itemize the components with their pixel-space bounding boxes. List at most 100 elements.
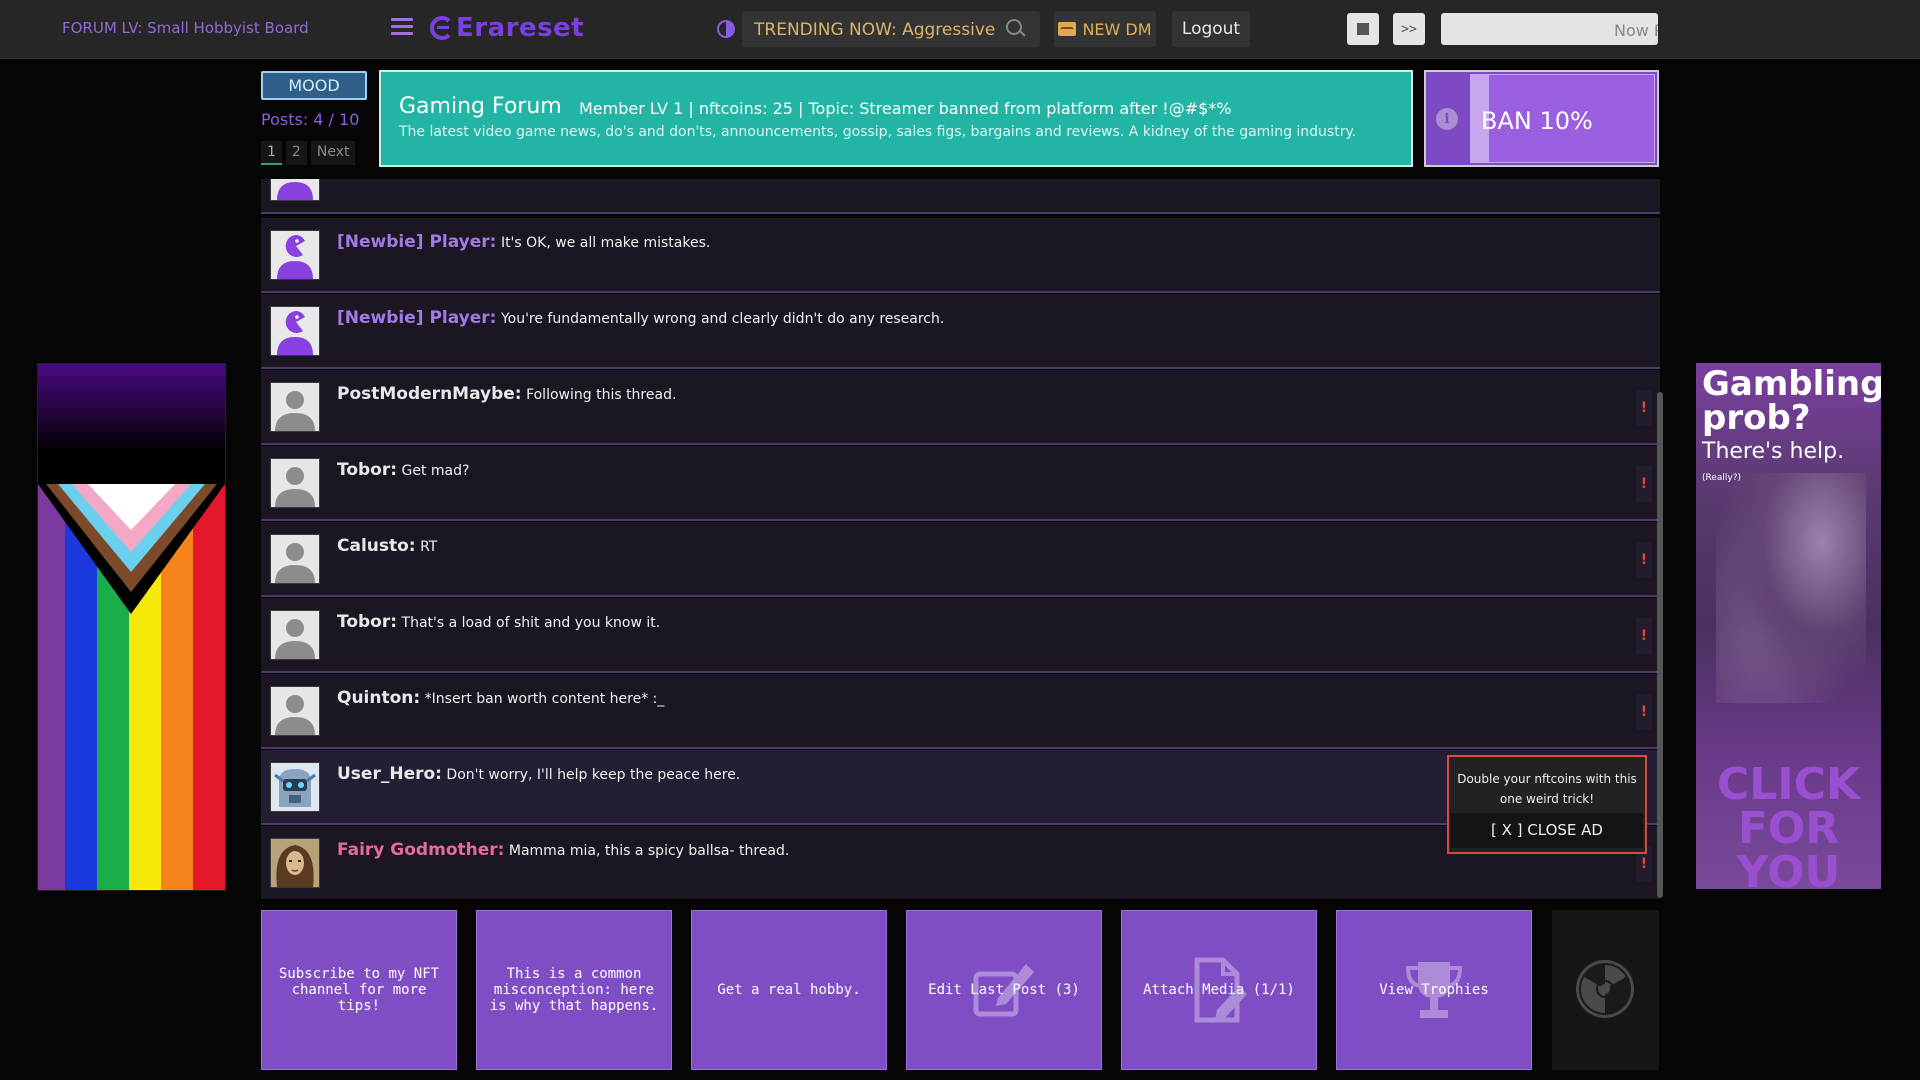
post-text: User_Hero: Don't worry, I'll help keep t… xyxy=(337,764,740,784)
post-author[interactable]: User_Hero: xyxy=(337,764,442,784)
avatar[interactable] xyxy=(270,306,320,356)
forum-level-label: FORUM LV: Small Hobbyist Board xyxy=(62,19,309,37)
nuke-button[interactable] xyxy=(1552,910,1659,1070)
post-author[interactable]: Fairy Godmother: xyxy=(337,840,504,860)
post-author[interactable]: Tobor: xyxy=(337,612,397,632)
gambling-ad-banner[interactable]: Gambling prob? There's help. (Really?) C… xyxy=(1696,363,1881,889)
stop-button[interactable] xyxy=(1347,13,1379,45)
post-author[interactable]: Tobor: xyxy=(337,460,397,480)
new-dm-button[interactable]: NEW DM xyxy=(1054,11,1156,47)
ad-popup: Double your nftcoins with this one weird… xyxy=(1447,755,1647,854)
close-ad-button[interactable]: [ X ] CLOSE AD xyxy=(1451,813,1643,848)
action-label: Subscribe to my NFT channel for more tip… xyxy=(278,966,440,1014)
avatar[interactable] xyxy=(270,838,320,888)
forum-banner: Gaming Forum Member LV 1 | nftcoins: 25 … xyxy=(379,70,1413,167)
default-user-icon xyxy=(271,535,319,583)
avatar[interactable] xyxy=(270,230,320,280)
info-icon[interactable]: i xyxy=(1436,108,1458,130)
post-item: Calusto: RT ! xyxy=(261,522,1660,597)
avatar[interactable] xyxy=(270,534,320,584)
trending-search-bar[interactable]: TRENDING NOW: Aggressive xyxy=(742,11,1040,47)
report-flag-button[interactable]: ! xyxy=(1636,466,1652,502)
avatar xyxy=(270,179,320,201)
fairy-avatar-icon xyxy=(271,839,319,887)
next-page-button[interactable]: Next xyxy=(310,141,356,165)
pride-flag-banner[interactable] xyxy=(37,363,226,891)
post-body: That's a load of shit and you know it. xyxy=(401,615,661,631)
report-flag-button[interactable]: ! xyxy=(1636,542,1652,578)
logo[interactable]: Erareset xyxy=(430,10,584,46)
post-list-scrollbar[interactable] xyxy=(1657,392,1663,898)
logout-button[interactable]: Logout xyxy=(1172,11,1250,47)
report-flag-button[interactable]: ! xyxy=(1636,390,1652,426)
gambling-ad-title: Gambling prob? xyxy=(1702,364,1881,438)
post-item: Tobor: That's a load of shit and you kno… xyxy=(261,598,1660,673)
post-body: Don't worry, I'll help keep the peace he… xyxy=(446,767,741,783)
logo-mark-icon xyxy=(430,16,454,40)
action-label: This is a common misconception: here is … xyxy=(489,966,659,1014)
pacman-avatar-icon xyxy=(271,179,319,200)
avatar[interactable] xyxy=(270,686,320,736)
top-bar: FORUM LV: Small Hobbyist Board Erareset … xyxy=(0,0,1920,59)
post-text: [Newbie] Player: You're fundamentally wr… xyxy=(337,308,944,328)
skip-button[interactable]: >> xyxy=(1393,13,1425,45)
report-flag-button[interactable]: ! xyxy=(1636,618,1652,654)
mood-button[interactable]: MOOD xyxy=(261,71,367,100)
pagination: 1 2 Next xyxy=(261,141,356,165)
post-text: Calusto: RT xyxy=(337,536,437,556)
ban-progress-bar: BAN 10% xyxy=(1470,74,1655,163)
reply-real-hobby-button[interactable]: Get a real hobby. xyxy=(691,910,887,1070)
page-2-button[interactable]: 2 xyxy=(285,141,307,165)
reply-misconception-button[interactable]: This is a common misconception: here is … xyxy=(476,910,672,1070)
post-author[interactable]: Quinton: xyxy=(337,688,420,708)
post-body: Mamma mia, this a spicy ballsa- thread. xyxy=(508,843,790,859)
default-user-icon xyxy=(271,459,319,507)
post-author[interactable]: [Newbie] Player: xyxy=(337,308,496,328)
edit-last-post-button[interactable]: Edit Last Post (3) xyxy=(906,910,1102,1070)
avatar[interactable] xyxy=(270,762,320,812)
post-item: [Newbie] Player: It's OK, we all make mi… xyxy=(261,218,1660,293)
posts-count: Posts: 4 / 10 xyxy=(261,110,360,129)
pride-flag-icon xyxy=(38,364,225,890)
new-dm-label: NEW DM xyxy=(1082,19,1152,39)
reply-subscribe-nft-button[interactable]: Subscribe to my NFT channel for more tip… xyxy=(261,910,457,1070)
search-icon[interactable] xyxy=(1006,19,1026,39)
default-user-icon xyxy=(271,611,319,659)
action-label: Get a real hobby. xyxy=(717,982,861,998)
contrast-toggle-icon[interactable] xyxy=(717,20,735,38)
action-label: View Trophies xyxy=(1379,982,1489,998)
post-item: [Newbie] Player: You're fundamentally wr… xyxy=(261,294,1660,369)
pacman-avatar-icon xyxy=(271,231,319,279)
post-body: Following this thread. xyxy=(526,387,677,403)
attach-media-button[interactable]: Attach Media (1/1) xyxy=(1121,910,1317,1070)
post-text: Tobor: That's a load of shit and you kno… xyxy=(337,612,660,632)
post-item: Tobor: Get mad? ! xyxy=(261,446,1660,521)
post-body: You're fundamentally wrong and clearly d… xyxy=(500,311,945,327)
post-author[interactable]: PostModernMaybe: xyxy=(337,384,522,404)
radiation-icon xyxy=(1576,960,1634,1018)
ban-meter: i BAN 10% xyxy=(1424,70,1659,167)
forum-meta: Member LV 1 | nftcoins: 25 | Topic: Stre… xyxy=(579,99,1232,118)
forum-title: Gaming Forum xyxy=(399,94,562,119)
post-text: Tobor: Get mad? xyxy=(337,460,469,480)
action-label: Attach Media (1/1) xyxy=(1143,982,1295,998)
post-text: [Newbie] Player: It's OK, we all make mi… xyxy=(337,232,710,252)
ad-text[interactable]: Double your nftcoins with this one weird… xyxy=(1457,769,1637,809)
page-1-button[interactable]: 1 xyxy=(261,141,282,165)
ban-label: BAN 10% xyxy=(1481,107,1593,135)
gambling-ad-sub-text: There's help. xyxy=(1702,439,1845,464)
post-author[interactable]: [Newbie] Player: xyxy=(337,232,496,252)
post-text: PostModernMaybe: Following this thread. xyxy=(337,384,676,404)
post-body: Get mad? xyxy=(401,463,470,479)
logo-text: Erareset xyxy=(456,13,585,43)
avatar[interactable] xyxy=(270,458,320,508)
avatar[interactable] xyxy=(270,610,320,660)
post-text: Quinton: *Insert ban worth content here*… xyxy=(337,688,664,708)
gambling-ad-subtitle: There's help. (Really?) xyxy=(1702,441,1881,489)
report-flag-button[interactable]: ! xyxy=(1636,694,1652,730)
menu-icon[interactable] xyxy=(391,18,413,36)
avatar[interactable] xyxy=(270,382,320,432)
view-trophies-button[interactable]: View Trophies xyxy=(1336,910,1532,1070)
post-author[interactable]: Calusto: xyxy=(337,536,416,556)
now-playing-text: Now Pl xyxy=(1613,21,1658,40)
